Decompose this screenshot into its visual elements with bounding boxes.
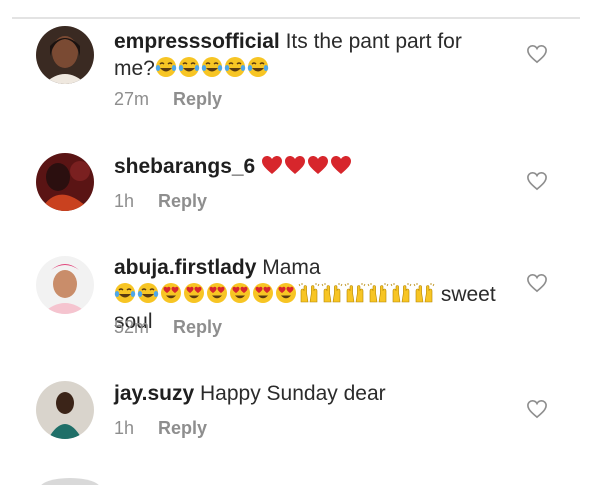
heart-outline-icon[interactable]	[526, 399, 548, 419]
heart-eyes-emoji-icon	[206, 282, 228, 304]
comment-meta: 1h Reply	[114, 418, 207, 439]
tears-of-joy-emoji-icon	[178, 56, 200, 78]
comment-time: 27m	[114, 89, 150, 109]
comment-text: empresssofficial Its the pant part for m…	[114, 28, 499, 82]
raising-hands-emoji-icon	[321, 282, 343, 304]
tears-of-joy-emoji-icon	[155, 56, 177, 78]
comment-username[interactable]: shebarangs_6	[114, 155, 255, 178]
heart-eyes-emoji-icon	[275, 282, 297, 304]
heart-outline-icon[interactable]	[526, 273, 548, 293]
comment-time: 1h	[114, 418, 135, 438]
comment-username[interactable]: abuja.firstlady	[114, 256, 256, 279]
comment-time: 1h	[114, 191, 135, 211]
comment-body: Mama	[256, 256, 321, 279]
emoji-group	[114, 282, 435, 304]
comment-time: 52m	[114, 317, 150, 337]
divider	[12, 17, 580, 19]
comment-text: jay.suzy Happy Sunday dear	[114, 380, 499, 407]
raising-hands-emoji-icon	[390, 282, 412, 304]
heart-eyes-emoji-icon	[229, 282, 251, 304]
raising-hands-emoji-icon	[367, 282, 389, 304]
red-heart-emoji-icon	[330, 154, 352, 176]
emoji-group	[261, 154, 352, 176]
comment-meta: 27m Reply	[114, 89, 222, 110]
reply-button[interactable]: Reply	[173, 89, 222, 109]
avatar[interactable]	[36, 26, 94, 84]
tears-of-joy-emoji-icon	[137, 282, 159, 304]
heart-outline-icon[interactable]	[526, 44, 548, 64]
comments-screen: empresssofficial Its the pant part for m…	[0, 0, 600, 485]
reply-button[interactable]: Reply	[173, 317, 222, 337]
comment-meta: 1h Reply	[114, 191, 207, 212]
avatar[interactable]	[36, 256, 94, 314]
heart-eyes-emoji-icon	[183, 282, 205, 304]
heart-eyes-emoji-icon	[252, 282, 274, 304]
tears-of-joy-emoji-icon	[247, 56, 269, 78]
tears-of-joy-emoji-icon	[201, 56, 223, 78]
red-heart-emoji-icon	[307, 154, 329, 176]
avatar	[40, 478, 100, 485]
red-heart-emoji-icon	[261, 154, 283, 176]
avatar[interactable]	[36, 153, 94, 211]
comment-text: shebarangs_6	[114, 153, 499, 180]
comment-username[interactable]: jay.suzy	[114, 382, 194, 405]
comment-body: Happy Sunday dear	[194, 382, 386, 405]
avatar[interactable]	[36, 381, 94, 439]
reply-button[interactable]: Reply	[158, 191, 207, 211]
raising-hands-emoji-icon	[413, 282, 435, 304]
emoji-group	[155, 56, 269, 78]
heart-eyes-emoji-icon	[160, 282, 182, 304]
comment-meta: 52m Reply	[114, 317, 222, 338]
raising-hands-emoji-icon	[298, 282, 320, 304]
tears-of-joy-emoji-icon	[114, 282, 136, 304]
tears-of-joy-emoji-icon	[224, 56, 246, 78]
comment-username[interactable]: empresssofficial	[114, 30, 280, 53]
raising-hands-emoji-icon	[344, 282, 366, 304]
reply-button[interactable]: Reply	[158, 418, 207, 438]
red-heart-emoji-icon	[284, 154, 306, 176]
heart-outline-icon[interactable]	[526, 171, 548, 191]
